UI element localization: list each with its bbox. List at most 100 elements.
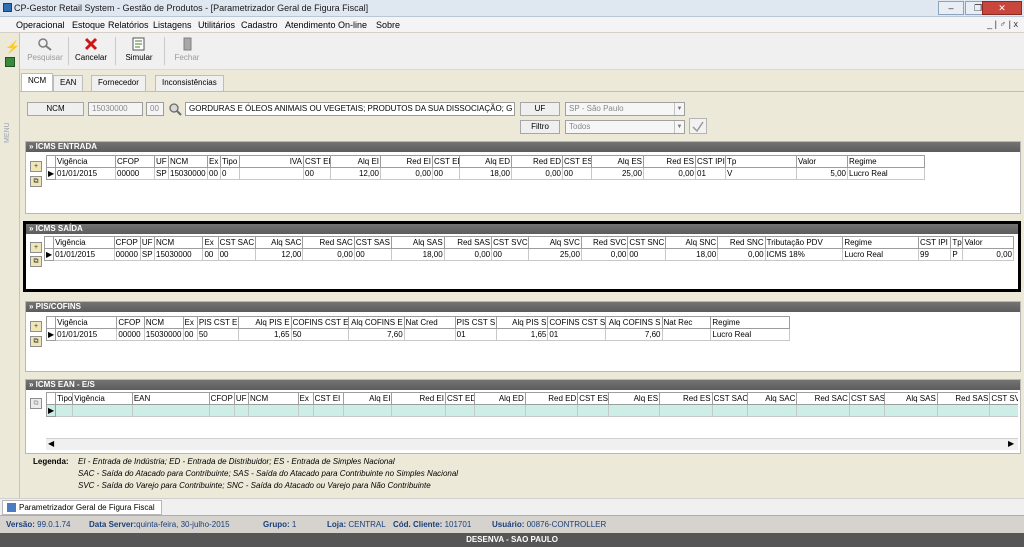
col-header[interactable]: Nat Rec — [661, 316, 712, 329]
cell[interactable]: 18,00 — [459, 167, 512, 180]
cell[interactable]: 00 — [353, 248, 393, 261]
cell[interactable]: P — [950, 248, 964, 261]
col-header[interactable]: CST EI — [312, 392, 344, 405]
cell[interactable]: 01 — [547, 328, 607, 341]
uf-label-button[interactable]: UF — [520, 102, 560, 116]
col-header[interactable]: Tipo — [55, 392, 74, 405]
col-header[interactable]: CST SAC — [217, 236, 256, 249]
cell[interactable]: 0,00 — [302, 248, 355, 261]
cell[interactable]: 25,00 — [528, 248, 582, 261]
cell[interactable] — [403, 328, 456, 341]
menu-estoque[interactable]: Estoque — [72, 20, 105, 30]
col-header[interactable]: COFINS CST S — [547, 316, 607, 329]
col-header[interactable]: Alq ED — [474, 392, 526, 405]
col-header[interactable]: Tributação PDV — [764, 236, 844, 249]
simular-button[interactable]: Simular — [119, 35, 159, 68]
cell[interactable]: 01 — [695, 167, 726, 180]
cell[interactable]: 18,00 — [664, 248, 719, 261]
col-header[interactable]: Red ED — [524, 392, 579, 405]
col-header[interactable]: CST ED — [444, 392, 476, 405]
col-header[interactable]: Ex — [207, 155, 221, 168]
col-header[interactable]: CST IPI — [695, 155, 726, 168]
cell[interactable]: 01 — [454, 328, 498, 341]
col-header[interactable]: CST SVC — [491, 236, 530, 249]
cell[interactable]: 1,65 — [237, 328, 292, 341]
cell[interactable]: 01/01/2015 — [55, 167, 116, 180]
col-header[interactable]: Vigência — [55, 316, 118, 329]
col-header[interactable]: Alq SAS — [884, 392, 938, 405]
cell[interactable]: Lucro Real — [710, 328, 790, 341]
cell[interactable]: 00 — [562, 167, 592, 180]
col-header[interactable]: CST SAS — [848, 392, 886, 405]
col-header[interactable]: Red ES — [659, 392, 713, 405]
cell[interactable]: 15030000 — [153, 248, 204, 261]
col-header[interactable]: Alq EI — [342, 392, 393, 405]
menu-utilitarios[interactable]: Utilitários — [198, 20, 235, 30]
table-row[interactable]: ▶ 01/01/2015 00000 SP 15030000 00 0 00 1… — [46, 167, 925, 180]
col-header[interactable]: Red SNC — [717, 236, 766, 249]
cell[interactable]: 00 — [432, 167, 460, 180]
col-header[interactable]: CFOP — [116, 316, 145, 329]
cell[interactable]: 50 — [290, 328, 349, 341]
apply-filter-button[interactable] — [689, 118, 707, 134]
col-header[interactable]: EAN — [131, 392, 210, 405]
add-record-icon[interactable]: + — [30, 161, 42, 172]
cell[interactable]: 50 — [196, 328, 239, 341]
cell[interactable]: SP — [139, 248, 156, 261]
ncm-label-button[interactable]: NCM — [27, 102, 84, 116]
cell[interactable]: Lucro Real — [847, 167, 925, 180]
col-header[interactable]: CFOP — [115, 155, 155, 168]
close-window-button[interactable]: ✕ — [982, 1, 1022, 15]
menu-sobre[interactable]: Sobre — [376, 20, 400, 30]
col-header[interactable]: Valor — [962, 236, 1014, 249]
menu-cadastro[interactable]: Cadastro — [241, 20, 278, 30]
add-record-icon[interactable]: + — [30, 242, 42, 253]
scroll-left-icon[interactable]: ◀ — [48, 439, 54, 448]
col-header[interactable]: Regime — [710, 316, 790, 329]
copy-record-icon[interactable]: ⧉ — [30, 256, 42, 267]
tab-fornecedor[interactable]: Fornecedor — [91, 75, 146, 92]
tab-inconsistencias[interactable]: Inconsistências — [155, 75, 224, 92]
col-header[interactable]: Alq SAC — [254, 236, 304, 249]
col-header[interactable]: Vigência — [72, 392, 133, 405]
col-header[interactable]: COFINS CST E — [290, 316, 349, 329]
menu-relatorios[interactable]: Relatórios — [108, 20, 149, 30]
col-header[interactable]: NCM — [153, 236, 204, 249]
pesquisar-button[interactable]: Pesquisar — [25, 35, 65, 68]
col-header[interactable]: Nat Cred — [403, 316, 456, 329]
cell[interactable]: 00 — [202, 248, 219, 261]
horizontal-scrollbar[interactable]: ◀ ▶ — [46, 438, 1018, 450]
cell[interactable]: 0,00 — [717, 248, 766, 261]
filtro-select[interactable]: Todos ▼ — [565, 120, 685, 134]
col-header[interactable]: CST SAS — [353, 236, 393, 249]
col-header[interactable]: Alq PIS S — [496, 316, 549, 329]
col-header[interactable]: Ex — [182, 316, 198, 329]
cell[interactable]: 0,00 — [511, 167, 563, 180]
col-header[interactable]: NCM — [168, 155, 208, 168]
search-ncm-icon[interactable] — [168, 102, 182, 116]
lightning-icon[interactable]: ⚡ — [5, 41, 20, 53]
cell[interactable] — [239, 167, 304, 180]
cell[interactable]: 7,60 — [347, 328, 405, 341]
side-menu-label[interactable]: MENU — [4, 103, 16, 143]
col-header[interactable]: Red SAC — [302, 236, 355, 249]
col-header[interactable]: CST ED — [432, 155, 460, 168]
col-header[interactable]: UF — [139, 236, 156, 249]
col-header[interactable]: Regime — [842, 236, 920, 249]
cell[interactable]: 00 — [217, 248, 256, 261]
add-record-icon[interactable]: + — [30, 321, 42, 332]
cell[interactable]: 0,00 — [580, 248, 629, 261]
cell[interactable]: 00000 — [113, 248, 141, 261]
cell[interactable]: 12,00 — [254, 248, 304, 261]
col-header[interactable]: Alq PIS E — [237, 316, 292, 329]
cell[interactable]: 00 — [627, 248, 666, 261]
icms-ean-grid-viewport[interactable]: Tipo Vigência EAN CFOP UF NCM Ex CST EI … — [46, 392, 1018, 452]
ncm-suffix-field[interactable]: 00 — [146, 102, 164, 116]
cell[interactable]: 00 — [491, 248, 530, 261]
col-header[interactable]: Red ED — [511, 155, 563, 168]
cell[interactable]: 1,65 — [496, 328, 549, 341]
minimize-button[interactable]: – — [938, 1, 964, 15]
col-header[interactable]: Regime — [847, 155, 925, 168]
col-header[interactable]: CST ES — [562, 155, 592, 168]
col-header[interactable]: Red SVC — [580, 236, 629, 249]
